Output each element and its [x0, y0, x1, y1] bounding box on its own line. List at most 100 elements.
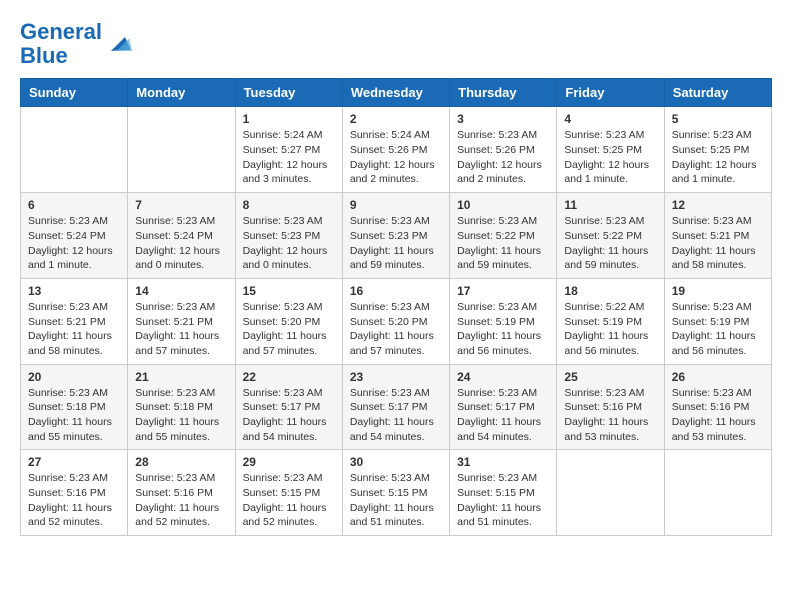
- day-cell: 24 Sunrise: 5:23 AM Sunset: 5:17 PM Dayli…: [450, 364, 557, 450]
- week-row-4: 20Sunrise: 5:23 AM Sunset: 5:18 PM Dayli…: [21, 364, 772, 450]
- header: General Blue: [20, 20, 772, 68]
- header-cell-friday: Friday: [557, 79, 664, 107]
- day-number: 16: [350, 284, 442, 298]
- header-row: SundayMondayTuesdayWednesdayThursdayFrid…: [21, 79, 772, 107]
- day-info: Sunrise: 5:23 AM Sunset: 5:22 PM Dayligh…: [564, 214, 656, 273]
- header-cell-saturday: Saturday: [664, 79, 771, 107]
- week-row-3: 13 Sunrise: 5:23 AM Sunset: 5:21 PM Dayli…: [21, 278, 772, 364]
- week-row-5: 27 Sunrise: 5:23 AM Sunset: 5:16 PM Dayli…: [21, 450, 772, 536]
- day-number: 20: [28, 370, 120, 384]
- day-number: 1: [243, 112, 335, 126]
- day-cell: 3 Sunrise: 5:23 AM Sunset: 5:26 PM Daylig…: [450, 107, 557, 193]
- day-number: 24: [457, 370, 549, 384]
- day-cell: 21Sunrise: 5:23 AM Sunset: 5:18 PM Dayli…: [128, 364, 235, 450]
- day-cell: 18 Sunrise: 5:22 AM Sunset: 5:19 PM Dayli…: [557, 278, 664, 364]
- header-cell-wednesday: Wednesday: [342, 79, 449, 107]
- day-number: 31: [457, 455, 549, 469]
- day-info: Sunrise: 5:23 AM Sunset: 5:19 PM Dayligh…: [672, 300, 764, 359]
- day-number: 26: [672, 370, 764, 384]
- day-cell: 20Sunrise: 5:23 AM Sunset: 5:18 PM Dayli…: [21, 364, 128, 450]
- day-cell: 31 Sunrise: 5:23 AM Sunset: 5:15 PM Dayli…: [450, 450, 557, 536]
- day-number: 7: [135, 198, 227, 212]
- day-cell: 6 Sunrise: 5:23 AM Sunset: 5:24 PM Daylig…: [21, 193, 128, 279]
- day-number: 9: [350, 198, 442, 212]
- day-info: Sunrise: 5:23 AM Sunset: 5:24 PM Dayligh…: [135, 214, 227, 273]
- day-info: Sunrise: 5:23 AM Sunset: 5:17 PM Dayligh…: [457, 386, 549, 445]
- day-cell: 14Sunrise: 5:23 AM Sunset: 5:21 PM Dayli…: [128, 278, 235, 364]
- day-cell: 17Sunrise: 5:23 AM Sunset: 5:19 PM Dayli…: [450, 278, 557, 364]
- day-cell: [128, 107, 235, 193]
- day-info: Sunrise: 5:23 AM Sunset: 5:23 PM Dayligh…: [243, 214, 335, 273]
- day-number: 21: [135, 370, 227, 384]
- day-cell: 13 Sunrise: 5:23 AM Sunset: 5:21 PM Dayli…: [21, 278, 128, 364]
- day-number: 30: [350, 455, 442, 469]
- day-cell: 23 Sunrise: 5:23 AM Sunset: 5:17 PM Dayli…: [342, 364, 449, 450]
- day-number: 23: [350, 370, 442, 384]
- day-number: 15: [243, 284, 335, 298]
- day-number: 25: [564, 370, 656, 384]
- day-cell: [21, 107, 128, 193]
- logo-text: General Blue: [20, 20, 102, 68]
- day-info: Sunrise: 5:23 AM Sunset: 5:15 PM Dayligh…: [350, 471, 442, 530]
- day-cell: 2 Sunrise: 5:24 AM Sunset: 5:26 PM Daylig…: [342, 107, 449, 193]
- day-number: 8: [243, 198, 335, 212]
- day-cell: [664, 450, 771, 536]
- day-cell: 27 Sunrise: 5:23 AM Sunset: 5:16 PM Dayli…: [21, 450, 128, 536]
- calendar-header: SundayMondayTuesdayWednesdayThursdayFrid…: [21, 79, 772, 107]
- day-cell: 4Sunrise: 5:23 AM Sunset: 5:25 PM Daylig…: [557, 107, 664, 193]
- day-cell: 25 Sunrise: 5:23 AM Sunset: 5:16 PM Dayli…: [557, 364, 664, 450]
- day-number: 2: [350, 112, 442, 126]
- day-number: 3: [457, 112, 549, 126]
- calendar: SundayMondayTuesdayWednesdayThursdayFrid…: [20, 78, 772, 536]
- day-cell: 16 Sunrise: 5:23 AM Sunset: 5:20 PM Dayli…: [342, 278, 449, 364]
- day-cell: 8 Sunrise: 5:23 AM Sunset: 5:23 PM Daylig…: [235, 193, 342, 279]
- header-cell-monday: Monday: [128, 79, 235, 107]
- day-number: 10: [457, 198, 549, 212]
- day-info: Sunrise: 5:23 AM Sunset: 5:17 PM Dayligh…: [243, 386, 335, 445]
- day-cell: 5Sunrise: 5:23 AM Sunset: 5:25 PM Daylig…: [664, 107, 771, 193]
- day-info: Sunrise: 5:23 AM Sunset: 5:21 PM Dayligh…: [28, 300, 120, 359]
- header-cell-sunday: Sunday: [21, 79, 128, 107]
- day-number: 12: [672, 198, 764, 212]
- day-number: 11: [564, 198, 656, 212]
- day-info: Sunrise: 5:23 AM Sunset: 5:23 PM Dayligh…: [350, 214, 442, 273]
- day-cell: 12 Sunrise: 5:23 AM Sunset: 5:21 PM Dayli…: [664, 193, 771, 279]
- day-info: Sunrise: 5:23 AM Sunset: 5:16 PM Dayligh…: [564, 386, 656, 445]
- day-info: Sunrise: 5:23 AM Sunset: 5:21 PM Dayligh…: [672, 214, 764, 273]
- day-info: Sunrise: 5:23 AM Sunset: 5:16 PM Dayligh…: [135, 471, 227, 530]
- day-cell: 15Sunrise: 5:23 AM Sunset: 5:20 PM Dayli…: [235, 278, 342, 364]
- day-number: 29: [243, 455, 335, 469]
- day-number: 19: [672, 284, 764, 298]
- day-info: Sunrise: 5:23 AM Sunset: 5:22 PM Dayligh…: [457, 214, 549, 273]
- day-number: 13: [28, 284, 120, 298]
- day-cell: 22 Sunrise: 5:23 AM Sunset: 5:17 PM Dayli…: [235, 364, 342, 450]
- day-number: 4: [564, 112, 656, 126]
- logo-icon: [104, 30, 132, 58]
- day-cell: 1 Sunrise: 5:24 AM Sunset: 5:27 PM Daylig…: [235, 107, 342, 193]
- day-info: Sunrise: 5:23 AM Sunset: 5:15 PM Dayligh…: [457, 471, 549, 530]
- day-cell: 10 Sunrise: 5:23 AM Sunset: 5:22 PM Dayli…: [450, 193, 557, 279]
- week-row-1: 1 Sunrise: 5:24 AM Sunset: 5:27 PM Daylig…: [21, 107, 772, 193]
- header-cell-thursday: Thursday: [450, 79, 557, 107]
- day-number: 17: [457, 284, 549, 298]
- day-number: 18: [564, 284, 656, 298]
- day-info: Sunrise: 5:24 AM Sunset: 5:26 PM Dayligh…: [350, 128, 442, 187]
- day-info: Sunrise: 5:23 AM Sunset: 5:24 PM Dayligh…: [28, 214, 120, 273]
- day-number: 28: [135, 455, 227, 469]
- week-row-2: 6 Sunrise: 5:23 AM Sunset: 5:24 PM Daylig…: [21, 193, 772, 279]
- day-info: Sunrise: 5:23 AM Sunset: 5:26 PM Dayligh…: [457, 128, 549, 187]
- day-info: Sunrise: 5:23 AM Sunset: 5:15 PM Dayligh…: [243, 471, 335, 530]
- day-cell: 28 Sunrise: 5:23 AM Sunset: 5:16 PM Dayli…: [128, 450, 235, 536]
- calendar-body: 1 Sunrise: 5:24 AM Sunset: 5:27 PM Daylig…: [21, 107, 772, 536]
- day-cell: 11 Sunrise: 5:23 AM Sunset: 5:22 PM Dayli…: [557, 193, 664, 279]
- day-info: Sunrise: 5:23 AM Sunset: 5:20 PM Dayligh…: [350, 300, 442, 359]
- logo: General Blue: [20, 20, 132, 68]
- day-info: Sunrise: 5:22 AM Sunset: 5:19 PM Dayligh…: [564, 300, 656, 359]
- day-number: 22: [243, 370, 335, 384]
- day-info: Sunrise: 5:24 AM Sunset: 5:27 PM Dayligh…: [243, 128, 335, 187]
- day-info: Sunrise: 5:23 AM Sunset: 5:16 PM Dayligh…: [28, 471, 120, 530]
- day-info: Sunrise: 5:23 AM Sunset: 5:17 PM Dayligh…: [350, 386, 442, 445]
- day-number: 6: [28, 198, 120, 212]
- day-number: 27: [28, 455, 120, 469]
- day-number: 5: [672, 112, 764, 126]
